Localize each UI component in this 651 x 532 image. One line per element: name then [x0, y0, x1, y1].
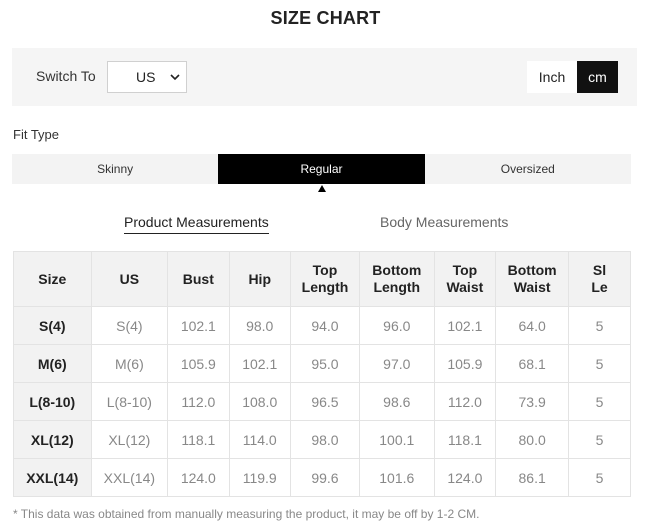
table-cell: M(6) — [90, 344, 169, 383]
table-cell: S(4) — [90, 306, 169, 345]
table-cell: 108.0 — [228, 382, 291, 421]
fit-tab-regular[interactable]: Regular — [218, 154, 425, 184]
table-cell: L(8-10) — [90, 382, 169, 421]
table-row: L(8-10) L(8-10) 112.0 108.0 96.5 98.6 112.0 73.… — [13, 382, 631, 421]
tab-body-measurements[interactable]: Body Measurements — [380, 214, 508, 233]
table-cell: XL(12) — [90, 420, 169, 459]
table-row: XL(12) XL(12) 118.1 114.0 98.0 100.1 118.1 80.0… — [13, 420, 631, 459]
table-header-cell: Top Length — [289, 251, 361, 307]
table-cell: 73.9 — [495, 382, 570, 421]
fit-tab-skinny[interactable]: Skinny — [12, 154, 218, 184]
table-header-cell: Top Waist — [433, 251, 497, 307]
unit-inch-button[interactable]: Inch — [527, 61, 577, 93]
table-row: XXL(14) XXL(14) 124.0 119.9 99.6 101.6 124.0 86… — [13, 458, 631, 497]
table-cell: 100.1 — [359, 420, 435, 459]
tab-product-measurements[interactable]: Product Measurements — [124, 214, 269, 234]
table-cell: XXL(14) — [90, 458, 169, 497]
table-cell: 95.0 — [289, 344, 361, 383]
table-cell: 64.0 — [495, 306, 570, 345]
table-header-cell: Bottom Length — [359, 251, 435, 307]
table-cell: 124.0 — [433, 458, 497, 497]
table-cell: 114.0 — [228, 420, 291, 459]
size-cell: XL(12) — [13, 420, 92, 459]
table-cell: 97.0 — [359, 344, 435, 383]
size-cell: M(6) — [13, 344, 92, 383]
fit-type-label: Fit Type — [13, 127, 60, 142]
table-cell: 5 — [568, 382, 631, 421]
table-row: M(6) M(6) 105.9 102.1 95.0 97.0 105.9 68.1 5 — [13, 344, 631, 383]
table-cell: 102.1 — [228, 344, 291, 383]
table-cell: 98.0 — [289, 420, 361, 459]
size-table: Size US Bust Hip Top Length Bottom Length Top Wai… — [13, 251, 631, 497]
table-header-row: Size US Bust Hip Top Length Bottom Length Top Wai… — [13, 251, 631, 307]
active-fit-indicator-icon — [318, 185, 326, 192]
table-cell: 124.0 — [167, 458, 230, 497]
size-table-container[interactable]: Size US Bust Hip Top Length Bottom Length Top Wai… — [13, 251, 631, 497]
measurement-note: * This data was obtained from manually m… — [13, 507, 480, 521]
table-cell: 5 — [568, 458, 631, 497]
switch-bar: Switch To US Inch cm — [12, 48, 637, 106]
table-cell: 98.6 — [359, 382, 435, 421]
region-select-value: US — [136, 69, 156, 85]
unit-toggle: Inch cm — [527, 61, 618, 93]
table-cell: 102.1 — [433, 306, 497, 345]
table-cell: 96.0 — [359, 306, 435, 345]
table-cell: 99.6 — [289, 458, 361, 497]
size-cell: S(4) — [13, 306, 92, 345]
unit-cm-button[interactable]: cm — [577, 61, 618, 93]
region-select[interactable]: US — [107, 61, 187, 93]
table-header-cell: Size — [13, 251, 92, 307]
table-cell: 105.9 — [433, 344, 497, 383]
table-header-cell: Hip — [228, 251, 291, 307]
size-cell: L(8-10) — [13, 382, 92, 421]
table-cell: 5 — [568, 306, 631, 345]
table-cell: 94.0 — [289, 306, 361, 345]
table-cell: 118.1 — [167, 420, 230, 459]
table-cell: 101.6 — [359, 458, 435, 497]
chevron-down-icon — [170, 74, 180, 81]
page-title: SIZE CHART — [270, 8, 381, 28]
table-cell: 112.0 — [433, 382, 497, 421]
table-header-cell: Bottom Waist — [495, 251, 570, 307]
table-header-cell: US — [90, 251, 169, 307]
table-header-cell: Sl Le — [568, 251, 631, 307]
table-cell: 96.5 — [289, 382, 361, 421]
table-cell: 5 — [568, 344, 631, 383]
table-cell: 98.0 — [228, 306, 291, 345]
table-row: S(4) S(4) 102.1 98.0 94.0 96.0 102.1 64.0 5 — [13, 306, 631, 345]
table-header-cell: Bust — [167, 251, 230, 307]
table-cell: 119.9 — [228, 458, 291, 497]
fit-type-tabs: Skinny Regular Oversized — [12, 154, 631, 184]
measurement-tabs: Product Measurements Body Measurements — [0, 214, 651, 238]
size-cell: XXL(14) — [13, 458, 92, 497]
table-cell: 80.0 — [495, 420, 570, 459]
table-cell: 102.1 — [167, 306, 230, 345]
fit-tab-oversized[interactable]: Oversized — [425, 154, 631, 184]
table-cell: 112.0 — [167, 382, 230, 421]
switch-to-label: Switch To — [36, 68, 96, 84]
table-cell: 68.1 — [495, 344, 570, 383]
table-cell: 5 — [568, 420, 631, 459]
table-cell: 86.1 — [495, 458, 570, 497]
table-cell: 105.9 — [167, 344, 230, 383]
table-cell: 118.1 — [433, 420, 497, 459]
